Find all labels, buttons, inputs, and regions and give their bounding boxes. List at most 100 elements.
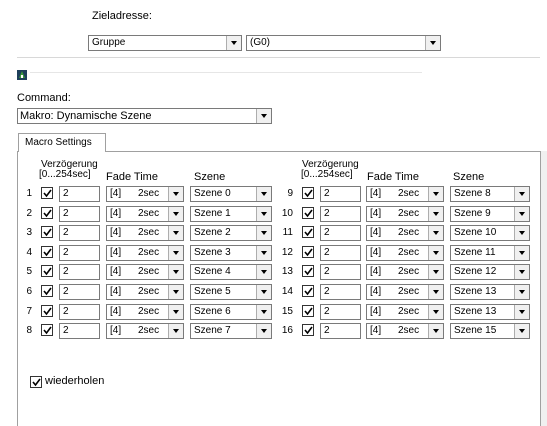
tab-macro-settings[interactable]: Macro Settings	[18, 133, 106, 152]
row-enable-checkbox[interactable]	[41, 226, 53, 238]
scene-select[interactable]: Szene 6	[190, 304, 272, 320]
row-enable-checkbox[interactable]	[302, 226, 314, 238]
chevron-down-icon[interactable]	[168, 226, 183, 240]
chevron-down-icon[interactable]	[428, 187, 443, 201]
chevron-down-icon[interactable]	[256, 109, 271, 123]
fade-time-select[interactable]: [4] 2sec	[106, 206, 184, 222]
fade-time-select[interactable]: [4] 2sec	[366, 245, 444, 261]
row-enable-checkbox[interactable]	[41, 324, 53, 336]
scene-select[interactable]: Szene 13	[450, 304, 530, 320]
delay-input[interactable]: 2	[320, 186, 361, 202]
chevron-down-icon[interactable]	[256, 226, 271, 240]
row-enable-checkbox[interactable]	[41, 187, 53, 199]
fade-time-select[interactable]: [4] 2sec	[366, 206, 444, 222]
scene-select[interactable]: Szene 11	[450, 245, 530, 261]
chevron-down-icon[interactable]	[168, 305, 183, 319]
fade-time-select[interactable]: [4] 2sec	[106, 245, 184, 261]
chevron-down-icon[interactable]	[428, 285, 443, 299]
chevron-down-icon[interactable]	[428, 207, 443, 221]
fade-time-select[interactable]: [4] 2sec	[366, 264, 444, 280]
chevron-down-icon[interactable]	[168, 207, 183, 221]
row-enable-checkbox[interactable]	[302, 285, 314, 297]
scene-select[interactable]: Szene 8	[450, 186, 530, 202]
scene-select[interactable]: Szene 13	[450, 284, 530, 300]
row-enable-checkbox[interactable]	[302, 246, 314, 258]
row-enable-checkbox[interactable]	[41, 305, 53, 317]
chevron-down-icon[interactable]	[168, 285, 183, 299]
row-enable-checkbox[interactable]	[41, 265, 53, 277]
chevron-down-icon[interactable]	[256, 207, 271, 221]
chevron-down-icon[interactable]	[168, 187, 183, 201]
scene-select[interactable]: Szene 1	[190, 206, 272, 222]
row-enable-checkbox[interactable]	[302, 265, 314, 277]
repeat-checkbox[interactable]	[30, 376, 42, 388]
scene-select[interactable]: Szene 7	[190, 323, 272, 339]
chevron-down-icon[interactable]	[514, 207, 529, 221]
row-enable-checkbox[interactable]	[41, 285, 53, 297]
chevron-down-icon[interactable]	[428, 265, 443, 279]
row-enable-checkbox[interactable]	[302, 305, 314, 317]
chevron-down-icon[interactable]	[168, 246, 183, 260]
fade-time-select[interactable]: [4] 2sec	[106, 264, 184, 280]
chevron-down-icon[interactable]	[226, 36, 241, 50]
fade-time-select[interactable]: [4] 2sec	[366, 304, 444, 320]
target-address-select[interactable]: (G0)	[246, 35, 441, 51]
scene-select[interactable]: Szene 9	[450, 206, 530, 222]
chevron-down-icon[interactable]	[514, 187, 529, 201]
chevron-down-icon[interactable]	[514, 226, 529, 240]
chevron-down-icon[interactable]	[514, 285, 529, 299]
delay-input[interactable]: 2	[320, 206, 361, 222]
chevron-down-icon[interactable]	[514, 246, 529, 260]
command-select[interactable]: Makro: Dynamische Szene	[17, 108, 272, 124]
delay-input[interactable]: 2	[59, 284, 100, 300]
delay-input[interactable]: 2	[59, 186, 100, 202]
chevron-down-icon[interactable]	[256, 324, 271, 338]
target-type-select[interactable]: Gruppe	[88, 35, 242, 51]
chevron-down-icon[interactable]	[256, 246, 271, 260]
row-enable-checkbox[interactable]	[41, 246, 53, 258]
chevron-down-icon[interactable]	[168, 265, 183, 279]
scene-select[interactable]: Szene 4	[190, 264, 272, 280]
chevron-down-icon[interactable]	[256, 265, 271, 279]
delay-input[interactable]: 2	[59, 225, 100, 241]
delay-input[interactable]: 2	[59, 245, 100, 261]
chevron-down-icon[interactable]	[514, 305, 529, 319]
scene-select[interactable]: Szene 15	[450, 323, 530, 339]
fade-time-select[interactable]: [4] 2sec	[366, 323, 444, 339]
row-enable-checkbox[interactable]	[41, 207, 53, 219]
fade-time-select[interactable]: [4] 2sec	[366, 186, 444, 202]
chevron-down-icon[interactable]	[425, 36, 440, 50]
chevron-down-icon[interactable]	[256, 187, 271, 201]
chevron-down-icon[interactable]	[256, 285, 271, 299]
delay-input[interactable]: 2	[320, 284, 361, 300]
fade-time-select[interactable]: [4] 2sec	[106, 304, 184, 320]
delay-input[interactable]: 2	[59, 206, 100, 222]
row-enable-checkbox[interactable]	[302, 207, 314, 219]
chevron-down-icon[interactable]	[514, 265, 529, 279]
row-enable-checkbox[interactable]	[302, 187, 314, 199]
fade-time-select[interactable]: [4] 2sec	[106, 284, 184, 300]
fade-time-select[interactable]: [4] 2sec	[366, 225, 444, 241]
row-enable-checkbox[interactable]	[302, 324, 314, 336]
fade-time-select[interactable]: [4] 2sec	[366, 284, 444, 300]
chevron-down-icon[interactable]	[428, 305, 443, 319]
chevron-down-icon[interactable]	[428, 226, 443, 240]
delay-input[interactable]: 2	[320, 264, 361, 280]
delay-input[interactable]: 2	[59, 264, 100, 280]
scene-select[interactable]: Szene 3	[190, 245, 272, 261]
delay-input[interactable]: 2	[320, 323, 361, 339]
chevron-down-icon[interactable]	[428, 324, 443, 338]
scene-select[interactable]: Szene 2	[190, 225, 272, 241]
scene-select[interactable]: Szene 0	[190, 186, 272, 202]
delay-input[interactable]: 2	[59, 323, 100, 339]
fade-time-select[interactable]: [4] 2sec	[106, 323, 184, 339]
chevron-down-icon[interactable]	[168, 324, 183, 338]
scene-select[interactable]: Szene 5	[190, 284, 272, 300]
delay-input[interactable]: 2	[320, 304, 361, 320]
chevron-down-icon[interactable]	[428, 246, 443, 260]
chevron-down-icon[interactable]	[256, 305, 271, 319]
fade-time-select[interactable]: [4] 2sec	[106, 225, 184, 241]
fade-time-select[interactable]: [4] 2sec	[106, 186, 184, 202]
delay-input[interactable]: 2	[320, 225, 361, 241]
scene-select[interactable]: Szene 10	[450, 225, 530, 241]
